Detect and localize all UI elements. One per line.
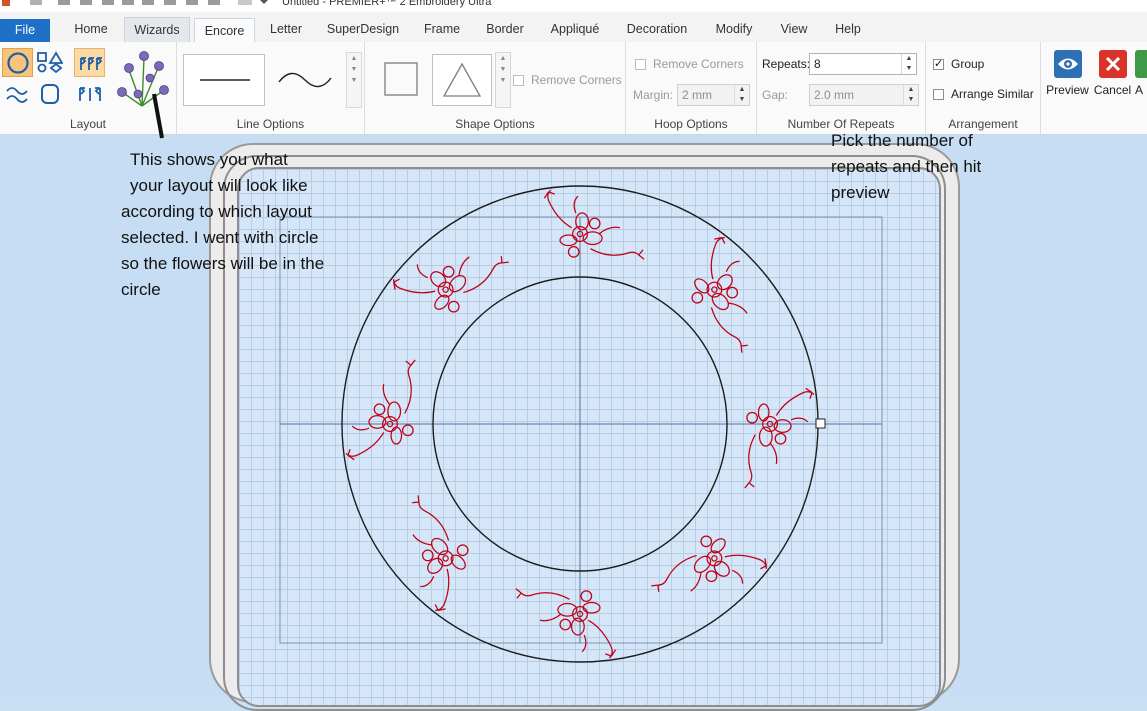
- margin-spinner-arrows[interactable]: ▲ ▼: [734, 85, 749, 105]
- group-checkbox[interactable]: [933, 57, 944, 70]
- straight-line-option[interactable]: [183, 54, 265, 106]
- apply-button[interactable]: A: [1135, 50, 1147, 97]
- quick-access-toolbar[interactable]: [2, 0, 272, 7]
- mirror-layout-button[interactable]: [74, 80, 105, 109]
- ribbon-tab-row: File Home Wizards Encore Letter SuperDes…: [0, 12, 1147, 44]
- annotation-pointer-line: [152, 93, 164, 139]
- shape-options-scroll[interactable]: ▲ ▼ ▼: [495, 52, 511, 108]
- shape-remove-corners-label: Remove Corners: [531, 73, 622, 87]
- arrange-similar-checkbox[interactable]: [933, 89, 944, 100]
- circle-layout-button[interactable]: [2, 48, 33, 77]
- repeat-line-icon: [80, 57, 103, 70]
- flower-motif: [651, 535, 768, 592]
- cancel-button[interactable]: Cancel: [1090, 50, 1135, 97]
- wave-line-icon: [278, 72, 332, 88]
- line-layout-button[interactable]: [74, 48, 105, 77]
- margin-field[interactable]: 2 mm ▲ ▼: [677, 84, 750, 106]
- apply-label: A: [1135, 83, 1144, 97]
- preview-label: Preview: [1046, 83, 1089, 97]
- line-options-scroll[interactable]: ▲ ▼ ▼: [346, 52, 362, 108]
- right-note-line: preview: [831, 183, 890, 202]
- tab-home[interactable]: Home: [64, 17, 118, 42]
- hoop-remove-corners-checkbox[interactable]: [635, 59, 646, 70]
- tab-superdesign[interactable]: SuperDesign: [322, 17, 404, 42]
- mirror-repeat-icon: [79, 87, 101, 101]
- flower-motif: [412, 495, 469, 612]
- arrange-similar-label: Arrange Similar: [951, 87, 1034, 101]
- hoop-remove-corners-label: Remove Corners: [653, 57, 744, 71]
- tab-wizards[interactable]: Wizards: [124, 17, 190, 43]
- tab-decoration[interactable]: Decoration: [620, 17, 694, 42]
- square-icon: [384, 62, 418, 96]
- tab-help[interactable]: Help: [826, 17, 870, 42]
- triangle-icon: [442, 62, 482, 97]
- eye-icon: [1053, 50, 1082, 78]
- shapes-layout-button[interactable]: [34, 48, 65, 77]
- tab-view[interactable]: View: [772, 17, 816, 42]
- left-note-line: This shows you what: [130, 150, 288, 169]
- shape-options-label: Shape Options: [455, 117, 535, 131]
- frame-layout-button[interactable]: [34, 80, 65, 109]
- shape-remove-corners-checkbox[interactable]: [513, 75, 524, 86]
- triangle-shape-option[interactable]: [432, 54, 492, 106]
- margin-label: Margin:: [633, 88, 674, 102]
- window-title: Untitled - PREMIER+™ 2 Embroidery Ultra: [282, 0, 492, 8]
- shapes-icon: [37, 51, 63, 73]
- shape-options-group: ▲ ▼ ▼ Remove Corners Shape Options: [365, 42, 626, 134]
- straight-line-icon: [200, 79, 250, 81]
- right-note-line: Pick the number of: [831, 131, 973, 150]
- repeats-group: Repeats: 8 ▲ ▼ Gap: 2.0 mm ▲ ▼ Number Of R…: [757, 42, 926, 134]
- margin-value: 2 mm: [682, 88, 712, 102]
- tab-border[interactable]: Border: [478, 17, 532, 42]
- tab-modify[interactable]: Modify: [706, 17, 762, 42]
- tab-letter[interactable]: Letter: [262, 17, 310, 42]
- gap-value: 2.0 mm: [814, 88, 855, 102]
- repeats-label: Repeats:: [762, 57, 811, 71]
- flower-motif: [345, 359, 416, 461]
- group-label: Group: [951, 57, 985, 71]
- cancel-label: Cancel: [1093, 83, 1132, 97]
- flower-motif: [543, 189, 645, 260]
- flower-motif: [515, 588, 617, 659]
- close-icon: [1098, 50, 1127, 78]
- ribbon: Layout ▲ ▼ ▼ Line Options ▲ ▼ ▼ Remove Corne…: [0, 42, 1147, 135]
- tab-frame[interactable]: Frame: [416, 17, 468, 42]
- wave-line-option[interactable]: [267, 54, 345, 104]
- rounded-frame-icon: [41, 84, 59, 104]
- left-note-line: according to which layout: [121, 202, 312, 221]
- left-note-line: your layout will look like: [130, 176, 308, 195]
- left-note-line: so the flowers will be in the: [121, 254, 325, 273]
- flower-motif: [392, 256, 509, 313]
- gap-label: Gap:: [762, 88, 789, 102]
- left-note-line: circle: [121, 280, 161, 299]
- right-note-line: repeats and then hit: [831, 157, 982, 176]
- line-options-label: Line Options: [236, 117, 305, 131]
- arrangement-group: Group Arrange Similar Arrangement: [926, 42, 1041, 134]
- flower-motif: [744, 387, 815, 489]
- right-annotation: Pick the number of repeats and then hit …: [831, 128, 1031, 206]
- repeats-spinner-arrows[interactable]: ▲ ▼: [901, 54, 916, 74]
- tab-encore[interactable]: Encore: [194, 18, 255, 44]
- gap-spinner-arrows[interactable]: ▲ ▼: [903, 85, 918, 105]
- square-shape-option[interactable]: [371, 54, 431, 104]
- hoop-options-label: Hoop Options: [654, 117, 728, 131]
- repeats-value: 8: [814, 57, 821, 71]
- left-note-line: selected. I went with circle: [121, 228, 319, 247]
- line-options-group: ▲ ▼ ▼ Line Options: [177, 42, 365, 134]
- hoop-options-group: Remove Corners Margin: 2 mm ▲ ▼ Hoop Opti…: [626, 42, 757, 134]
- checkmark-icon: [1135, 50, 1147, 78]
- preview-button[interactable]: Preview: [1045, 50, 1090, 97]
- left-annotation: This shows you what your layout will loo…: [121, 147, 371, 303]
- resize-handle[interactable]: [815, 418, 826, 429]
- tab-applique[interactable]: Appliqué: [542, 17, 608, 42]
- flower-motif: [691, 236, 748, 353]
- gap-field[interactable]: 2.0 mm ▲ ▼: [809, 84, 919, 106]
- repeats-field[interactable]: 8 ▲ ▼: [809, 53, 917, 75]
- tab-file[interactable]: File: [0, 19, 50, 42]
- title-bar: Untitled - PREMIER+™ 2 Embroidery Ultra: [0, 0, 1147, 12]
- wave-icon: [6, 87, 28, 103]
- circle-icon: [7, 52, 29, 74]
- wave-layout-button[interactable]: [2, 80, 33, 109]
